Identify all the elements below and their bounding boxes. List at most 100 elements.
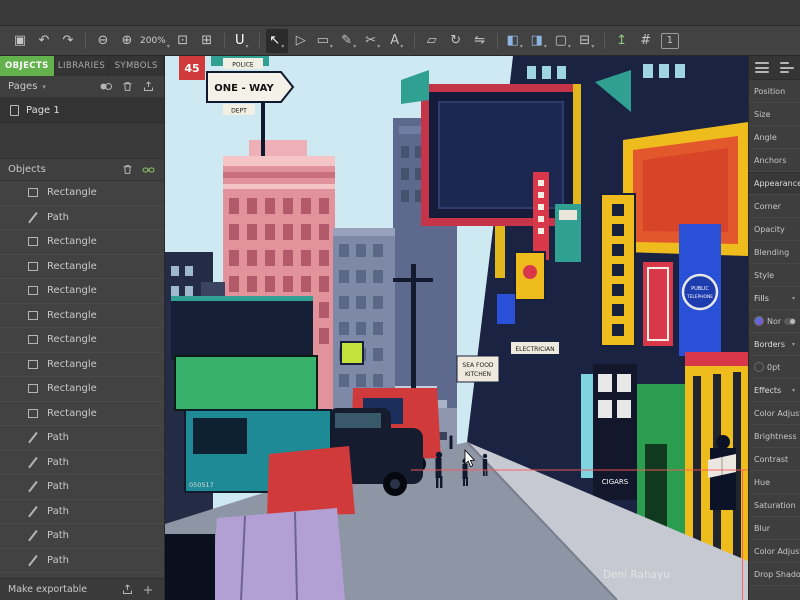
object-row[interactable]: Path: [0, 549, 164, 574]
trash-icon[interactable]: [119, 162, 135, 178]
property-row[interactable]: Position: [749, 80, 800, 103]
object-row[interactable]: Rectangle: [0, 255, 164, 280]
object-row[interactable]: Rectangle: [0, 304, 164, 329]
object-row[interactable]: Rectangle: [0, 230, 164, 255]
knife-tool[interactable]: ✂ ▾: [362, 29, 384, 53]
svg-text:ELECTRICIAN: ELECTRICIAN: [515, 346, 554, 353]
grid-toggle[interactable]: # ▾: [635, 29, 657, 53]
pointer-tool[interactable]: ↖ ▾: [266, 29, 288, 53]
toolbar-item[interactable]: ▾: [497, 33, 498, 49]
text-tool[interactable]: A ▾: [386, 29, 408, 53]
chevron-down-icon[interactable]: ▾: [42, 83, 46, 91]
redo-button[interactable]: ↷ ▾: [57, 29, 79, 53]
visibility-toggle-icon[interactable]: [98, 79, 114, 95]
property-row[interactable]: Angle: [749, 126, 800, 149]
object-row[interactable]: Rectangle: [0, 279, 164, 304]
object-row[interactable]: Rectangle: [0, 328, 164, 353]
toolbar-item[interactable]: ▾: [224, 33, 225, 49]
zoom-level[interactable]: 200% ▾: [140, 29, 170, 53]
property-row[interactable]: Effects: [749, 379, 800, 402]
fullscreen-button[interactable]: ⊞ ▾: [196, 29, 218, 53]
property-row[interactable]: Corner: [749, 195, 800, 218]
property-row[interactable]: Contrast: [749, 448, 800, 471]
align-tool[interactable]: ⊟ ▾: [576, 29, 598, 53]
trash-icon[interactable]: [119, 79, 135, 95]
toolbar-item[interactable]: ▾: [414, 33, 415, 49]
properties-icon[interactable]: [780, 62, 794, 73]
property-row[interactable]: 0pt: [749, 356, 800, 379]
shape-tool[interactable]: ▭ ▾: [314, 29, 336, 53]
object-row[interactable]: Path: [0, 500, 164, 525]
property-row[interactable]: Anchors: [749, 149, 800, 172]
rotate-tool[interactable]: ↻ ▾: [445, 29, 467, 53]
property-row[interactable]: Size: [749, 103, 800, 126]
object-row[interactable]: Rectangle: [0, 377, 164, 402]
add-page-icon[interactable]: [140, 79, 156, 95]
export-icon[interactable]: [119, 582, 135, 598]
page-item[interactable]: Page 1: [0, 98, 164, 123]
plus-icon[interactable]: [140, 582, 156, 598]
union-tool[interactable]: ◧ ▾: [504, 29, 526, 53]
tab-libraries[interactable]: LIBRARIES: [55, 56, 110, 76]
tab-objects[interactable]: OBJECTS: [0, 56, 55, 76]
property-label: Style: [754, 271, 774, 280]
property-row[interactable]: Appearance: [749, 172, 800, 195]
toggle-switch[interactable]: [784, 318, 796, 325]
object-row[interactable]: Rectangle: [0, 353, 164, 378]
object-row[interactable]: Rectangle: [0, 181, 164, 206]
object-row[interactable]: Path: [0, 524, 164, 549]
property-row[interactable]: Brightness: [749, 425, 800, 448]
object-type-icon: [28, 311, 38, 320]
property-row[interactable]: Hue: [749, 471, 800, 494]
objects-label: Objects: [8, 164, 46, 175]
canvas-artwork[interactable]: PUBLIC TELEPHONE ELECTRICIAN SEA FOOD KI…: [165, 56, 748, 600]
subtract-tool[interactable]: ◨ ▾: [528, 29, 550, 53]
zoom-out-button[interactable]: ⊖ ▾: [92, 29, 114, 53]
zoom-in-button[interactable]: ⊕ ▾: [116, 29, 138, 53]
property-row[interactable]: Fills: [749, 287, 800, 310]
property-row[interactable]: Color Adjust: [749, 402, 800, 425]
property-row[interactable]: Opacity: [749, 218, 800, 241]
object-row[interactable]: Rectangle: [0, 402, 164, 427]
property-row[interactable]: Saturation: [749, 494, 800, 517]
save-button[interactable]: ▣ ▾: [9, 29, 31, 53]
property-row[interactable]: Nor: [749, 310, 800, 333]
snapping-magnet-button[interactable]: U ▾: [231, 29, 253, 53]
artboard-count[interactable]: 1 ▾: [661, 33, 679, 49]
transform-tool[interactable]: ▱ ▾: [421, 29, 443, 53]
toolbar-item[interactable]: ▾: [85, 33, 86, 49]
telephone-sign: PUBLIC TELEPHONE: [683, 275, 717, 309]
toolbar-item[interactable]: ▾: [259, 33, 260, 49]
object-label: Path: [47, 212, 69, 223]
subselect-tool[interactable]: ▷ ▾: [290, 29, 312, 53]
undo-button[interactable]: ↶ ▾: [33, 29, 55, 53]
tool-icon: ↻: [450, 33, 461, 48]
property-row[interactable]: Borders: [749, 333, 800, 356]
property-row[interactable]: Color Adjust: [749, 540, 800, 563]
make-exportable-label[interactable]: Make exportable: [8, 584, 87, 595]
fit-canvas-button[interactable]: ⊡ ▾: [172, 29, 194, 53]
pen-tool[interactable]: ✎ ▾: [338, 29, 360, 53]
toolbar-item[interactable]: ▾: [604, 33, 605, 49]
group-tool[interactable]: ▢ ▾: [552, 29, 574, 53]
property-label: Contrast: [754, 455, 788, 464]
tool-icon: ↖: [269, 33, 280, 48]
property-row[interactable]: Blur: [749, 517, 800, 540]
object-row[interactable]: Path: [0, 451, 164, 476]
property-row[interactable]: Drop Shadow: [749, 563, 800, 586]
property-row[interactable]: Blending: [749, 241, 800, 264]
link-icon[interactable]: [140, 162, 156, 178]
object-label: Path: [47, 481, 69, 492]
object-row[interactable]: Path: [0, 206, 164, 231]
caret-icon: ▾: [330, 43, 333, 53]
property-row[interactable]: Style: [749, 264, 800, 287]
tab-symbols[interactable]: SYMBOLS: [109, 56, 164, 76]
object-row[interactable]: Path: [0, 475, 164, 500]
mirror-tool[interactable]: ⇋ ▾: [469, 29, 491, 53]
svg-text:PUBLIC: PUBLIC: [691, 286, 709, 292]
layers-icon[interactable]: [755, 62, 769, 73]
canvas[interactable]: PUBLIC TELEPHONE ELECTRICIAN SEA FOOD KI…: [165, 56, 748, 600]
object-row[interactable]: Path: [0, 426, 164, 451]
export-button[interactable]: ↥ ▾: [611, 29, 633, 53]
objects-header: Objects: [0, 159, 164, 181]
